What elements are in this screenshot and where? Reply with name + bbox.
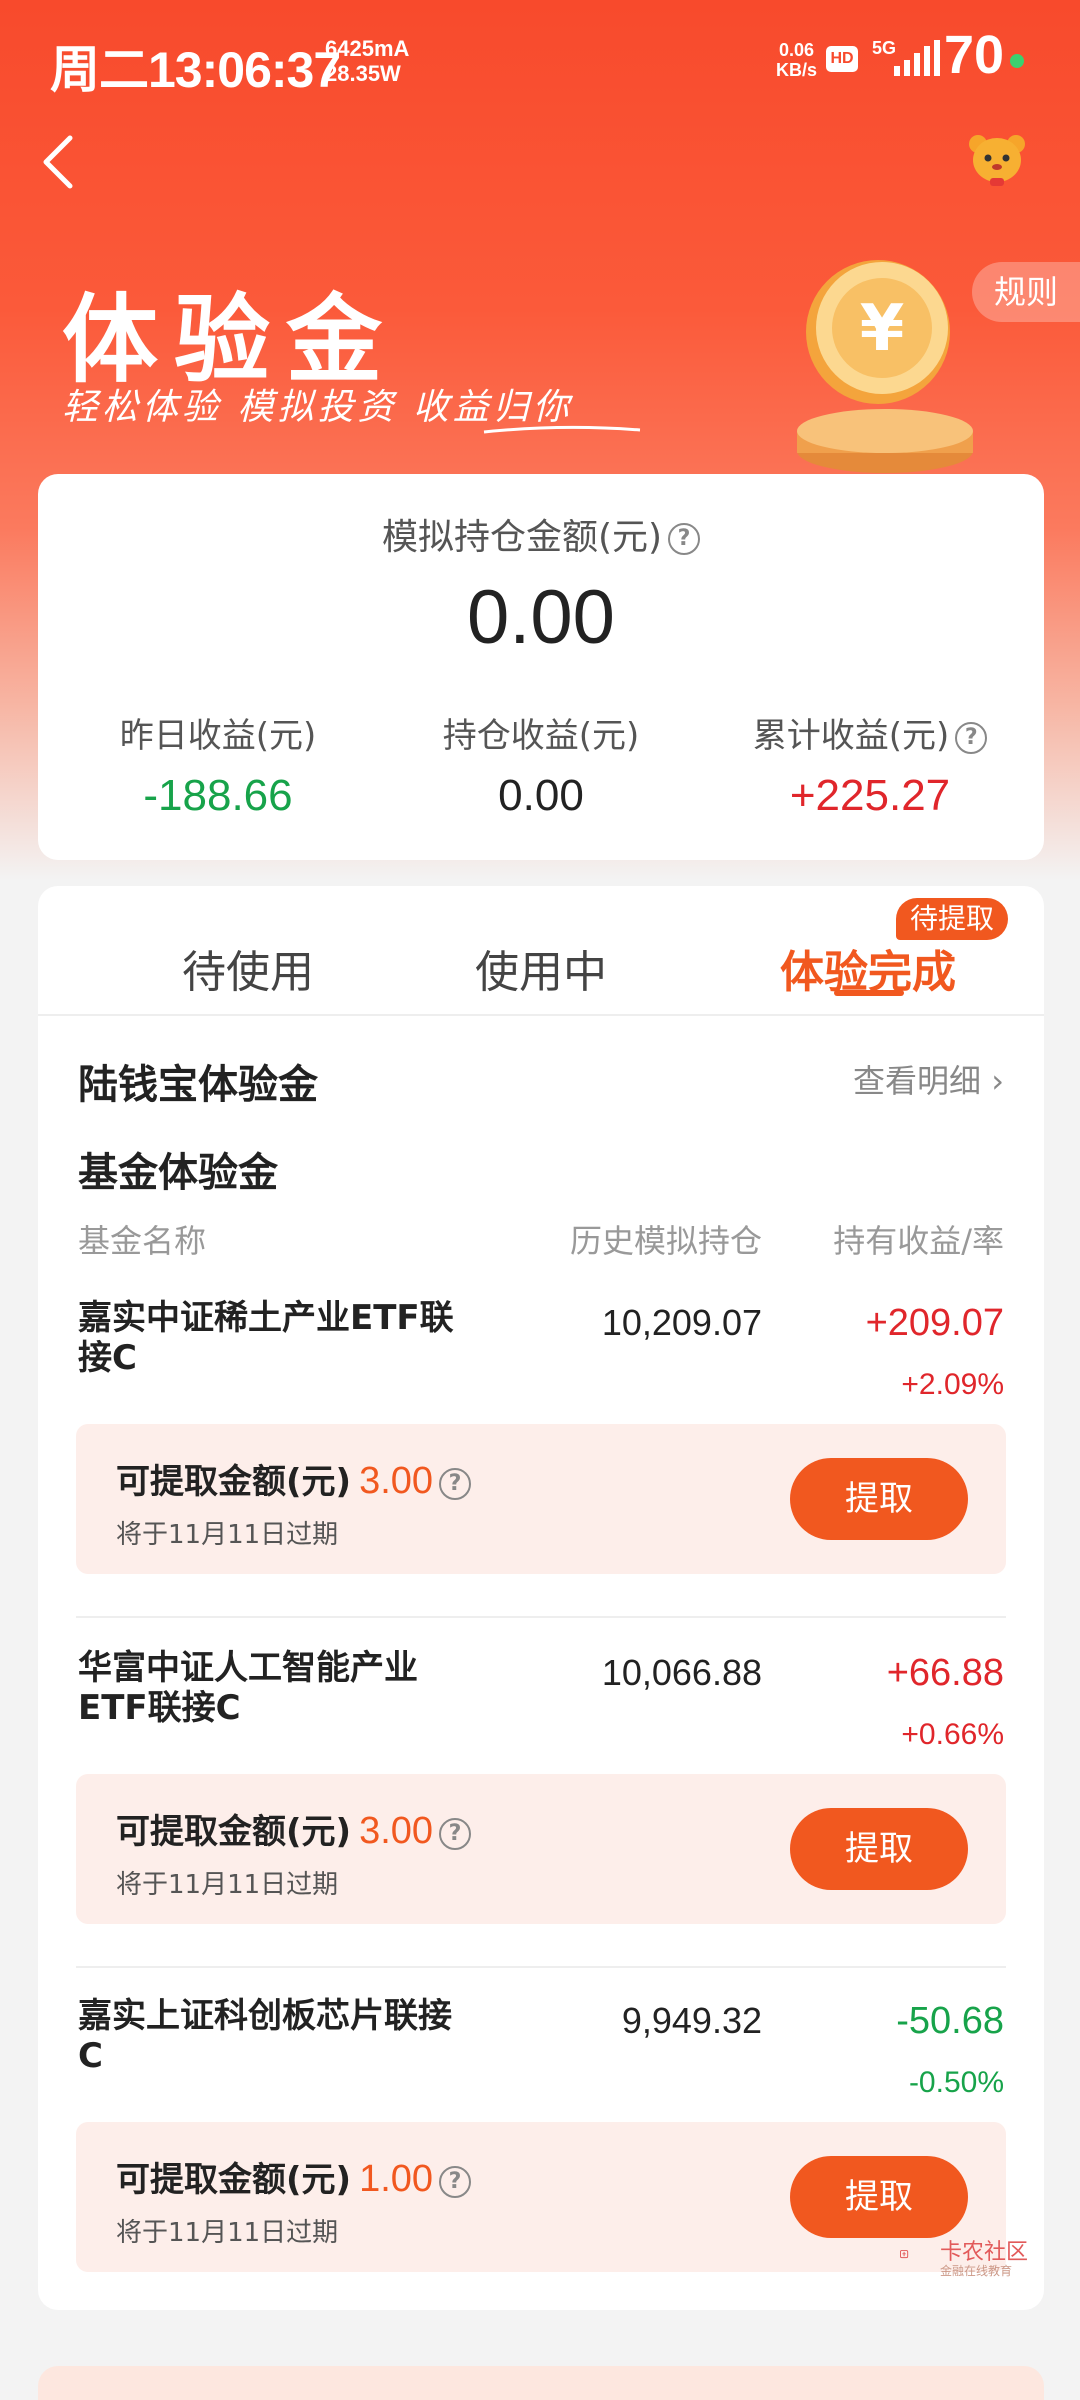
battery-level: 70 [944, 25, 1005, 85]
help-icon[interactable]: ? [439, 1817, 472, 1850]
stat-label-text: 累计收益(元) [752, 716, 950, 756]
tab-badge: 待提取 [896, 898, 1009, 940]
back-icon[interactable] [34, 130, 84, 194]
withdraw-label: 可提取金额(元) 1.00? [116, 2152, 472, 2201]
status-time: 周二13:06:37 [50, 42, 341, 98]
charging-dot-icon [1010, 54, 1024, 68]
next-card-peek [38, 2366, 1044, 2400]
signal-icon [894, 40, 940, 76]
stat-yesterday: 昨日收益(元) -188.66 [58, 708, 378, 821]
withdraw-box: 可提取金额(元) 3.00? 将于11月11日过期 提取 [76, 1424, 1006, 1574]
column-header-name: 基金名称 [78, 1222, 207, 1260]
fund-profit: +66.88 [886, 1652, 1004, 1694]
stat-label: 持仓收益(元) [442, 716, 640, 756]
withdraw-label-text: 可提取金额(元) [116, 1462, 352, 1502]
help-icon[interactable]: ? [439, 2165, 472, 2198]
status-power: 28.35W [325, 61, 401, 86]
withdraw-button[interactable]: 提取 [790, 1808, 968, 1890]
svg-text:¥: ¥ [860, 292, 905, 366]
withdraw-box: 可提取金额(元) 3.00? 将于11月11日过期 提取 [76, 1774, 1006, 1924]
withdraw-button[interactable]: 提取 [790, 2156, 968, 2238]
divider [76, 1966, 1006, 1968]
stat-value: -188.66 [143, 771, 293, 820]
withdraw-button[interactable]: 提取 [790, 1458, 968, 1540]
fund-rate: +2.09% [901, 1368, 1004, 1401]
fund-holding: 10,209.07 [601, 1302, 762, 1343]
withdraw-amount: 3.00 [359, 1460, 434, 1502]
withdraw-amount: 3.00 [359, 1810, 434, 1852]
hd-icon: HD [826, 46, 858, 72]
stat-label: 累计收益(元)? [710, 708, 1030, 757]
withdraw-label-text: 可提取金额(元) [116, 1812, 352, 1852]
net-speed-unit: KB/s [776, 60, 818, 80]
status-net-speed: 0.06 KB/s [776, 40, 817, 80]
chevron-right-icon: › [991, 1062, 1004, 1100]
divider [76, 1616, 1006, 1618]
slogan-underline [483, 425, 641, 434]
withdraw-label: 可提取金额(元) 3.00? [116, 1454, 472, 1503]
rules-button[interactable]: 规则 [972, 262, 1080, 322]
summary-card: 模拟持仓金额(元)? 0.00 昨日收益(元) -188.66 持仓收益(元) … [38, 474, 1044, 860]
stat-label: 昨日收益(元) [119, 716, 317, 756]
withdraw-expire: 将于11月11日过期 [116, 1520, 339, 1550]
status-current: 6425mA [325, 36, 410, 61]
watermark-sub: 金融在线教育 [940, 2264, 1013, 2278]
fund-profit: -50.68 [896, 2000, 1004, 2042]
tab-in-use[interactable]: 使用中 [381, 936, 701, 1000]
tab-active-indicator [834, 990, 904, 996]
fund-name: 嘉实中证稀土产业ETF联接C [78, 1298, 454, 1378]
withdraw-label-text: 可提取金额(元) [116, 2160, 352, 2200]
fund-rate: +0.66% [901, 1718, 1004, 1751]
status-bar: 周二13:06:37 6425mA 28.35W 0.06 KB/s HD 5G… [0, 0, 1080, 120]
withdraw-amount: 1.00 [359, 2158, 434, 2200]
withdraw-expire: 将于11月11日过期 [116, 1870, 339, 1900]
fund-name: 华富中证人工智能产业ETF联接C [78, 1648, 418, 1728]
page-slogan: 轻松体验 模拟投资 收益归你 [62, 387, 573, 428]
net-speed-value: 0.06 [778, 40, 815, 60]
watermark-logo-icon [900, 2249, 909, 2259]
holding-amount-label-text: 模拟持仓金额(元) [381, 517, 663, 558]
fund-profit: +209.07 [865, 1302, 1004, 1344]
holding-amount-label: 模拟持仓金额(元)? [38, 508, 1044, 560]
stat-value: +225.27 [789, 771, 951, 820]
view-detail-label: 查看明细 [853, 1062, 982, 1100]
fund-holding: 9,949.32 [621, 2000, 762, 2041]
column-header-holding: 历史模拟持仓 [569, 1222, 762, 1260]
coin-illustration: ¥ [797, 260, 973, 473]
fund-rate: -0.50% [908, 2066, 1004, 2099]
withdraw-expire: 将于11月11日过期 [116, 2218, 339, 2248]
fund-card: 待使用 使用中 体验完成 待提取 陆钱宝体验金 查看明细 › 基金体验金 基金名… [38, 886, 1044, 2310]
withdraw-label: 可提取金额(元) 3.00? [116, 1804, 472, 1853]
fund-name: 嘉实上证科创板芯片联接C [78, 1996, 452, 2076]
tab-pending[interactable]: 待使用 [88, 936, 408, 1000]
funds-section-title: 基金体验金 [78, 1150, 278, 1196]
stat-holding: 持仓收益(元) 0.00 [381, 708, 701, 821]
tab-bar: 待使用 使用中 体验完成 待提取 [38, 886, 1044, 1016]
lqb-title: 陆钱宝体验金 [78, 1062, 318, 1108]
help-icon[interactable]: ? [668, 523, 701, 555]
withdraw-box: 可提取金额(元) 1.00? 将于11月11日过期 提取 [76, 2122, 1006, 2272]
view-detail-link[interactable]: 查看明细 › [853, 1056, 1004, 1102]
help-icon[interactable]: ? [439, 1467, 472, 1500]
stat-value: 0.00 [498, 771, 584, 820]
column-header-profit: 持有收益/率 [833, 1222, 1004, 1260]
status-power-readout: 6425mA 28.35W [325, 36, 409, 86]
stat-cumulative: 累计收益(元)? +225.27 [710, 708, 1030, 821]
fund-holding: 10,066.88 [601, 1652, 762, 1693]
help-icon[interactable]: ? [955, 721, 988, 754]
mascot-icon[interactable] [966, 130, 1028, 188]
holding-amount-value: 0.00 [467, 575, 615, 660]
